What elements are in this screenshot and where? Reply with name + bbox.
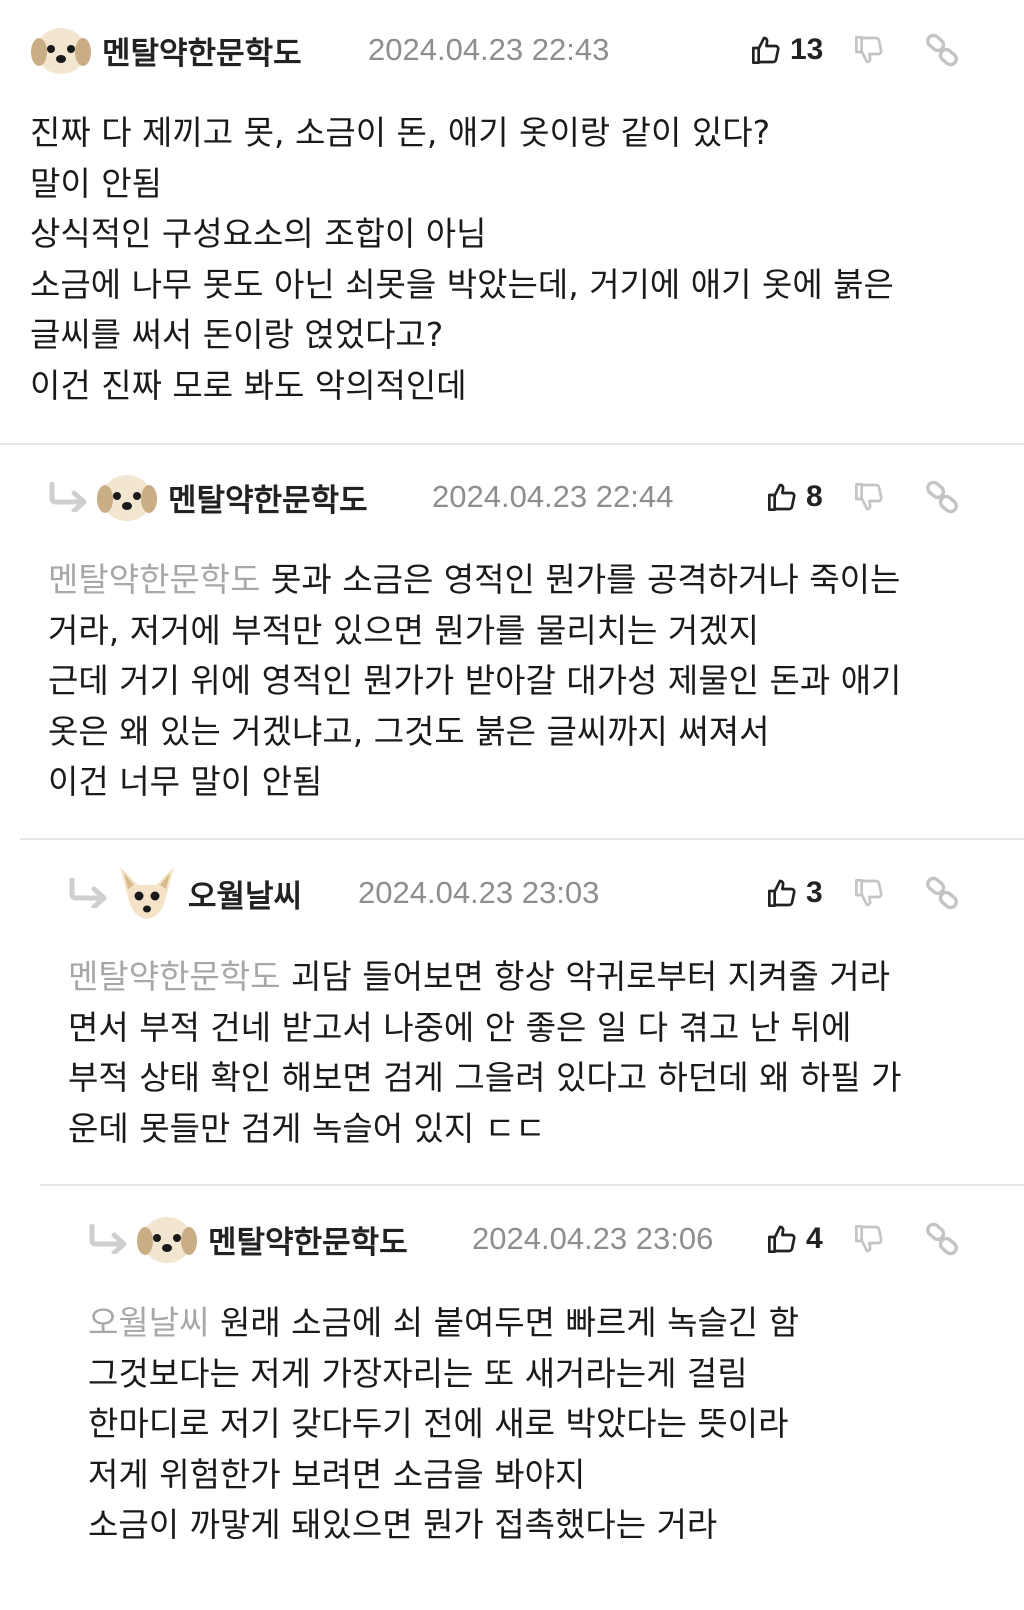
thumbs-up-icon: [766, 877, 798, 909]
divider: [0, 443, 1024, 445]
mention-tag[interactable]: 오월날씨: [88, 1303, 209, 1342]
like-count: 8: [806, 480, 823, 513]
thumbs-down-icon[interactable]: [853, 34, 885, 66]
comment-line: 원래 소금에 쇠 붙여두면 빠르게 녹슬긴 함: [219, 1303, 800, 1342]
like-button[interactable]: 4: [766, 1222, 823, 1256]
comment-header: 멘탈약한문학도: [48, 467, 368, 527]
comment-actions: 13: [750, 20, 959, 80]
link-icon[interactable]: [925, 1222, 959, 1256]
mention-tag[interactable]: 멘탈약한문학도: [68, 957, 281, 996]
thumbs-up-icon: [766, 481, 798, 513]
comment-line: 못과 소금은 영적인 뭔가를 공격하거나 죽이는: [271, 560, 901, 599]
mention-tag[interactable]: 멘탈약한문학도: [48, 560, 261, 599]
like-button[interactable]: 13: [750, 33, 823, 67]
comment-body: 멘탈약한문학도 괴담 들어보면 항상 악귀로부터 지켜줄 거라 면서 부적 건네…: [68, 952, 902, 1154]
comment-line: 괴담 들어보면 항상 악귀로부터 지켜줄 거라: [291, 957, 890, 996]
comment-line: 그것보다는 저게 가장자리는 또 새거라는게 걸림: [88, 1353, 748, 1393]
comment-line: 저게 위험한가 보려면 소금을 봐야지: [88, 1454, 586, 1494]
like-count: 3: [806, 876, 823, 909]
comment-line: 소금에 나무 못도 아닌 쇠못을 박았는데, 거기에 애기 옷에 붉은: [30, 264, 894, 304]
like-button[interactable]: 3: [766, 876, 823, 910]
thumbs-down-icon[interactable]: [853, 481, 885, 513]
comment-line: 진짜 다 제끼고 못, 소금이 돈, 애기 옷이랑 같이 있다?: [30, 113, 771, 152]
avatar[interactable]: [96, 469, 158, 525]
link-icon[interactable]: [925, 480, 959, 514]
comment-date: 2024.04.23 22:44: [432, 479, 674, 514]
like-button[interactable]: 8: [766, 480, 823, 514]
comment-body: 진짜 다 제끼고 못, 소금이 돈, 애기 옷이랑 같이 있다? 말이 안됨 상…: [30, 108, 894, 411]
comment-line: 말이 안됨: [30, 163, 162, 203]
author-nickname[interactable]: 멘탈약한문학도: [168, 475, 368, 520]
comment-line: 한마디로 저기 갖다두기 전에 새로 박았다는 뜻이라: [88, 1404, 789, 1443]
comment-date: 2024.04.23 23:03: [358, 875, 600, 910]
avatar[interactable]: [136, 1211, 198, 1267]
link-icon[interactable]: [925, 876, 959, 910]
thumbs-up-icon: [750, 34, 782, 66]
comment-line: 거라, 저거에 부적만 있으면 뭔가를 물리치는 거겠지: [48, 610, 759, 650]
comment-line: 운데 못들만 검게 녹슬어 있지 ㄷㄷ: [68, 1108, 546, 1148]
divider: [20, 838, 1024, 840]
comment-header: 멘탈약한문학도: [88, 1209, 408, 1269]
comment-line: 근데 거기 위에 영적인 뭔가가 받아갈 대가성 제물인 돈과 애기: [48, 661, 902, 700]
like-count: 13: [790, 33, 824, 66]
comment-actions: 3: [766, 863, 959, 923]
comment-header: 멘탈약한문학도: [30, 20, 302, 80]
comment-line: 부적 상태 확인 해보면 검게 그을려 있다고 하던데 왜 하필 가: [68, 1058, 902, 1097]
comment-date: 2024.04.23 22:43: [368, 32, 610, 67]
author-nickname[interactable]: 오월날씨: [188, 871, 302, 916]
thumbs-down-icon[interactable]: [853, 1223, 885, 1255]
comment-actions: 4: [766, 1209, 959, 1269]
author-nickname[interactable]: 멘탈약한문학도: [208, 1217, 408, 1262]
avatar[interactable]: [30, 22, 92, 78]
thumbs-down-icon[interactable]: [853, 877, 885, 909]
comment-line: 면서 부적 건네 받고서 나중에 안 좋은 일 다 겪고 난 뒤에: [68, 1007, 852, 1047]
link-icon[interactable]: [925, 33, 959, 67]
thumbs-up-icon: [766, 1223, 798, 1255]
reply-arrow-icon: [88, 1224, 130, 1254]
comment-line: 상식적인 구성요소의 조합이 아님: [30, 214, 487, 253]
comment-line: 글씨를 써서 돈이랑 얹었다고?: [30, 315, 444, 354]
comment-header: 오월날씨: [68, 863, 302, 923]
reply-arrow-icon: [48, 482, 90, 512]
comment-line: 소금이 까맣게 돼있으면 뭔가 접촉했다는 거라: [88, 1505, 718, 1544]
comment-body: 오월날씨 원래 소금에 쇠 붙여두면 빠르게 녹슬긴 함 그것보다는 저게 가장…: [88, 1298, 799, 1551]
comment-actions: 8: [766, 467, 959, 527]
comment-date: 2024.04.23 23:06: [472, 1221, 714, 1256]
comment-line: 옷은 왜 있는 거겠냐고, 그것도 붉은 글씨까지 써져서: [48, 711, 770, 751]
avatar[interactable]: [116, 865, 178, 921]
comment-line: 이건 진짜 모로 봐도 악의적인데: [30, 365, 467, 405]
comment-body: 멘탈약한문학도 못과 소금은 영적인 뭔가를 공격하거나 죽이는 거라, 저거에…: [48, 555, 901, 808]
author-nickname[interactable]: 멘탈약한문학도: [102, 28, 302, 73]
reply-arrow-icon: [68, 878, 110, 908]
like-count: 4: [806, 1222, 823, 1255]
divider: [40, 1184, 1024, 1186]
comment-line: 이건 너무 말이 안됨: [48, 762, 323, 801]
